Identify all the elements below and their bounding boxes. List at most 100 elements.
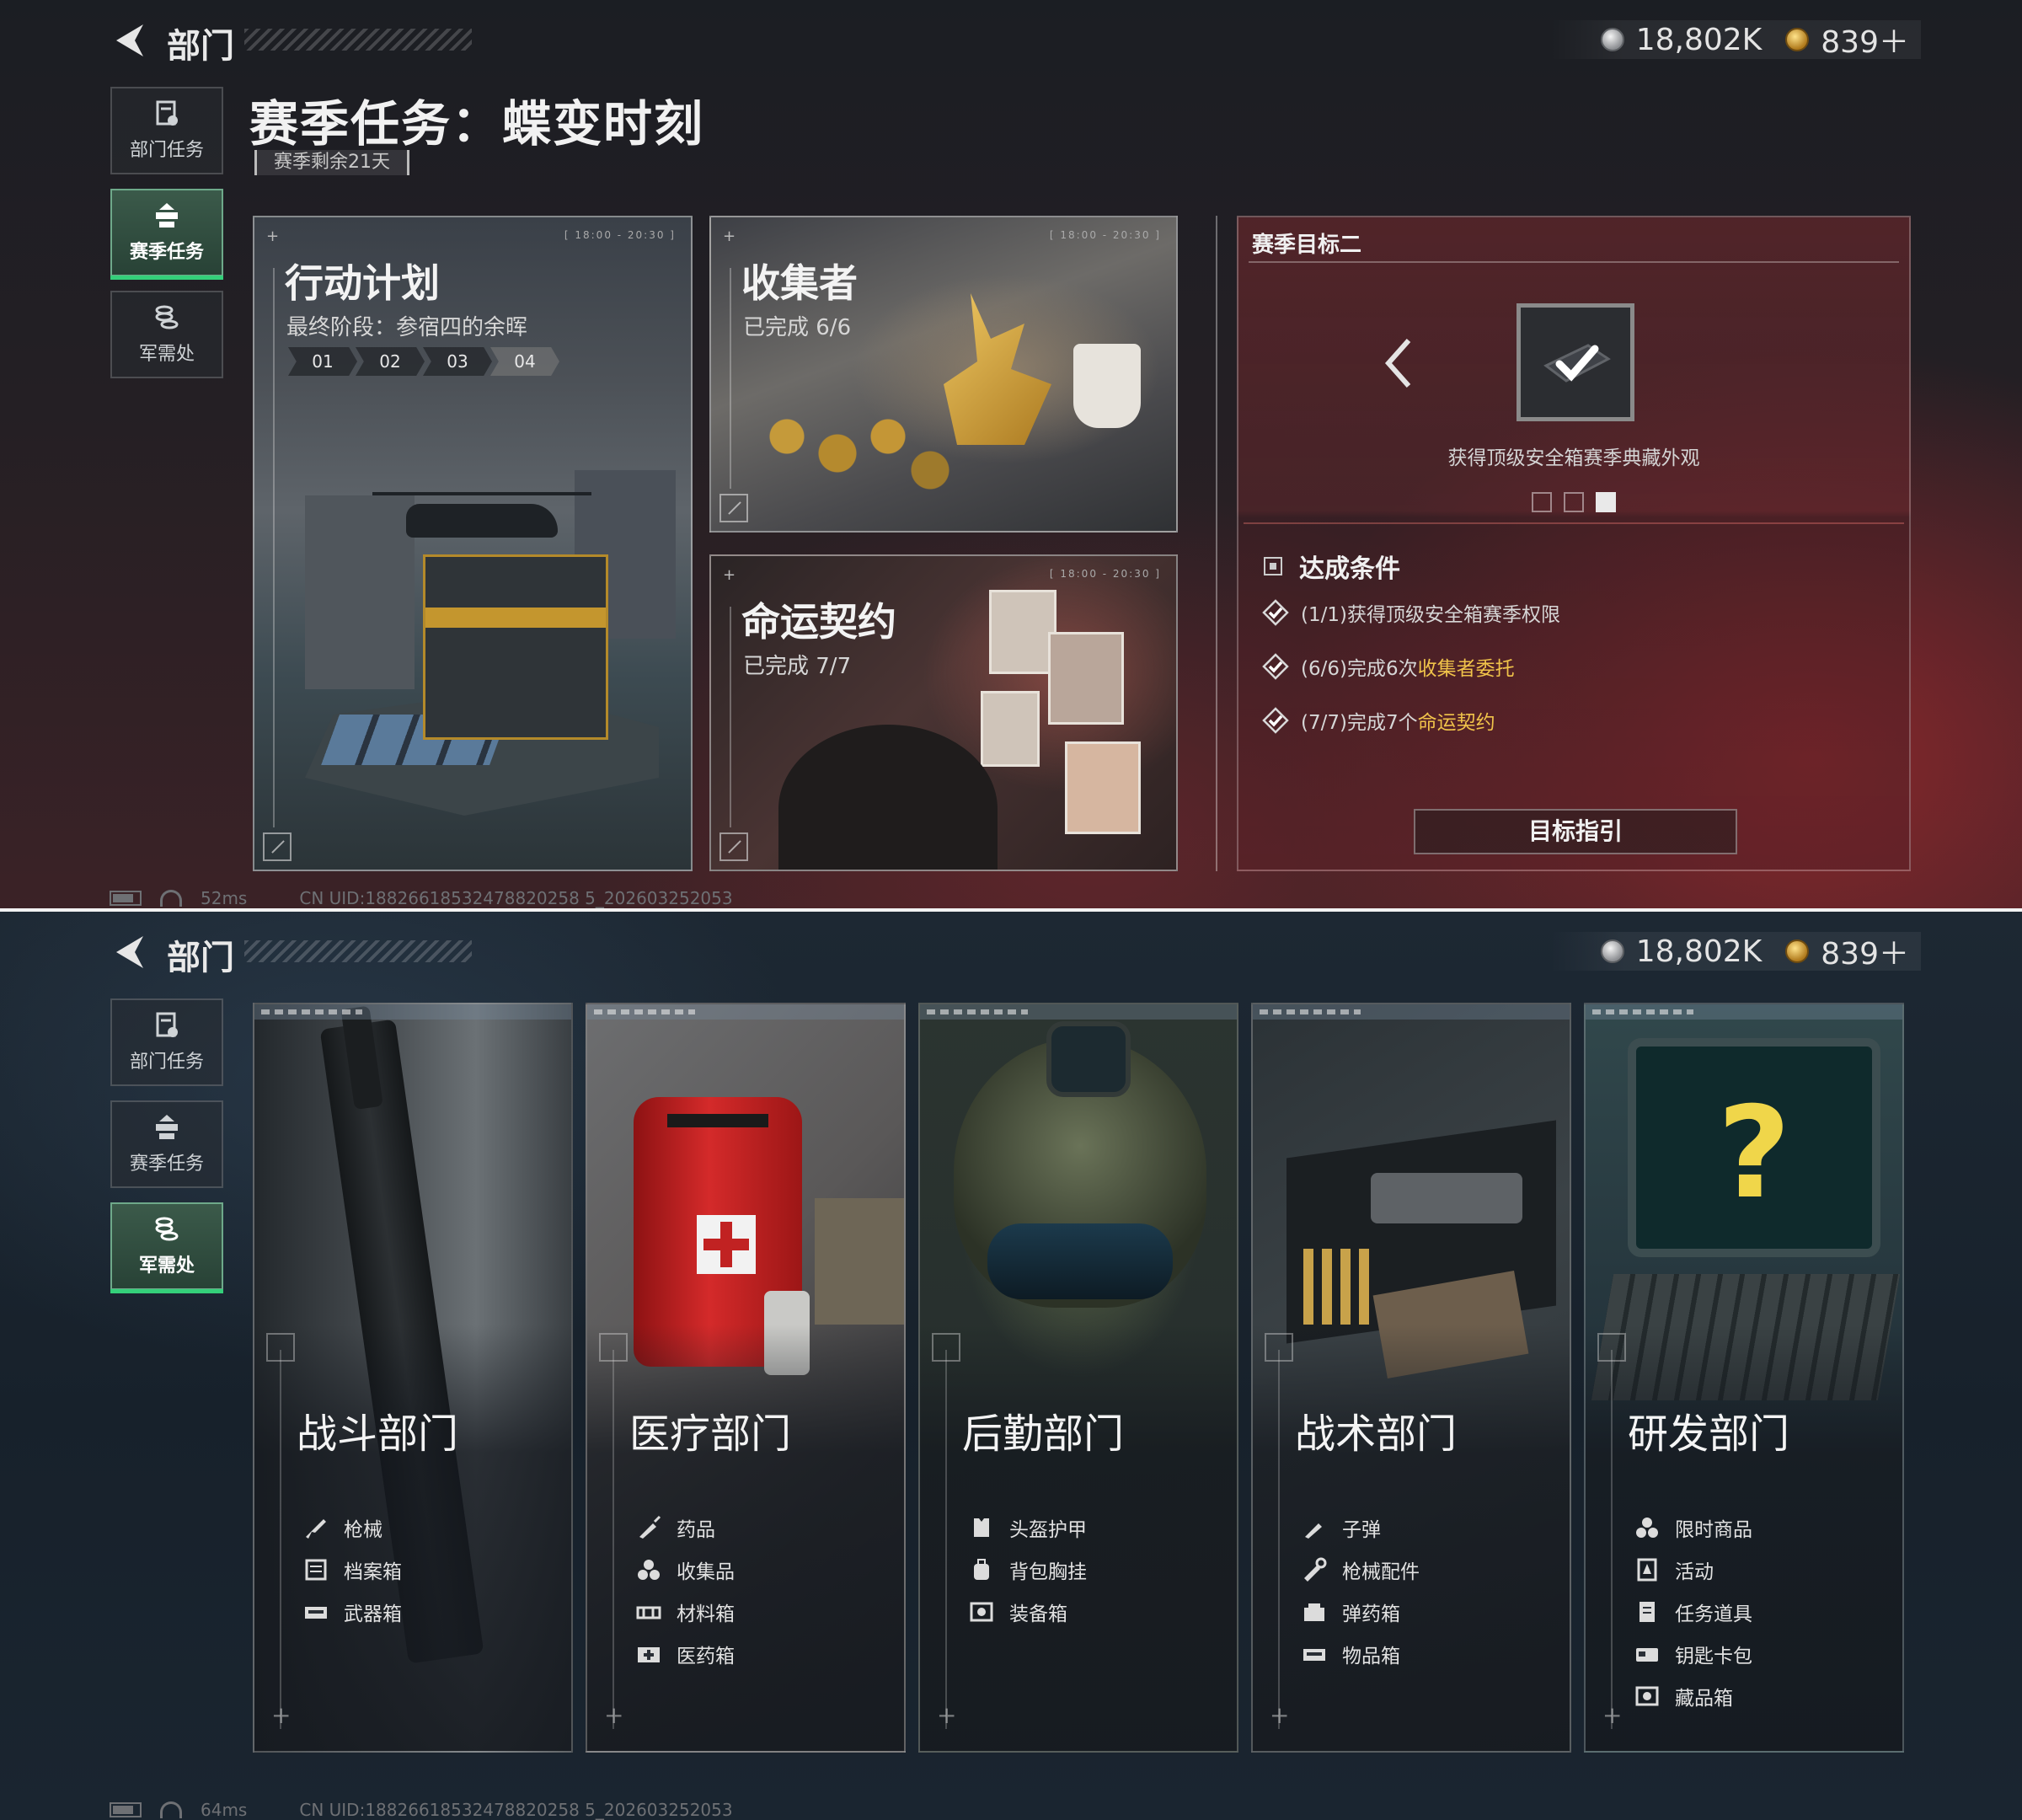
card-divider-line xyxy=(1278,1350,1280,1729)
list-item-label: 档案箱 xyxy=(344,1561,402,1583)
goal-guide-button[interactable]: 目标指引 xyxy=(1414,809,1737,854)
list-item: 限时商品 xyxy=(1634,1507,1752,1549)
page-dot[interactable] xyxy=(1532,492,1552,512)
sidebar-item-label: 赛季任务 xyxy=(129,1154,204,1175)
page-title: 部门 xyxy=(167,939,234,977)
list-item: 武器箱 xyxy=(303,1591,402,1633)
material-box-icon xyxy=(636,1606,661,1619)
silver-coin-icon xyxy=(1600,28,1624,51)
condition-row: (6/6)完成6次收集者委托 xyxy=(1262,652,1515,681)
bullet-square-icon xyxy=(1264,557,1282,575)
page-dot-active[interactable] xyxy=(1596,492,1616,512)
gun-part-icon xyxy=(1304,1557,1327,1582)
department-card-medical[interactable]: 医疗部门 药品 收集品 材料箱 医药箱 + xyxy=(586,1003,906,1753)
list-item-label: 头盔护甲 xyxy=(1009,1519,1087,1541)
department-card-rnd[interactable]: ? 研发部门 限时商品 活动 任务道具 钥匙卡包 藏品箱 + xyxy=(1584,1003,1904,1753)
list-item-label: 材料箱 xyxy=(677,1603,735,1625)
department-card-tactics[interactable]: 战术部门 子弹 枪械配件 弹药箱 物品箱 + xyxy=(1251,1003,1571,1753)
list-item: 任务道具 xyxy=(1634,1591,1752,1633)
department-item-list: 子弹 枪械配件 弹药箱 物品箱 xyxy=(1302,1507,1420,1675)
condition-highlight: 命运契约 xyxy=(1417,712,1495,734)
list-item: 弹药箱 xyxy=(1302,1591,1420,1633)
list-item-label: 藏品箱 xyxy=(1675,1688,1733,1710)
sidebar-item-quartermaster[interactable]: 军需处 xyxy=(110,1202,223,1293)
sidebar-item-quartermaster[interactable]: 军需处 xyxy=(110,291,223,378)
back-arrow-icon[interactable] xyxy=(110,933,152,972)
back-arrow-icon[interactable] xyxy=(110,21,152,60)
department-card-logistics[interactable]: 后勤部门 头盔护甲 背包胸挂 装备箱 + xyxy=(918,1003,1238,1753)
page-indicator xyxy=(1238,492,1909,512)
sidebar-item-season-task[interactable]: 赛季任务 xyxy=(110,189,223,280)
backpack-icon xyxy=(974,1559,989,1580)
quartermaster-icon xyxy=(155,1217,179,1241)
department-item-list: 头盔护甲 背包胸挂 装备箱 xyxy=(969,1507,1087,1633)
page-dot[interactable] xyxy=(1564,492,1584,512)
card-divider-line xyxy=(612,1350,614,1729)
gold-coin-icon xyxy=(1785,28,1810,51)
reward-item[interactable] xyxy=(1516,303,1634,421)
stage-chip: 02 xyxy=(356,347,425,376)
illustration-laptop: ? xyxy=(1628,1038,1880,1257)
department-task-icon xyxy=(156,1012,178,1037)
list-item-label: 医药箱 xyxy=(677,1646,735,1667)
title-hatch-decoration xyxy=(244,29,472,51)
card-shade xyxy=(587,1325,904,1751)
department-item-list: 药品 收集品 材料箱 医药箱 xyxy=(636,1507,735,1675)
list-item: 医药箱 xyxy=(636,1633,735,1675)
goal-header-divider xyxy=(1249,261,1899,263)
reward-caption: 获得顶级安全箱赛季典藏外观 xyxy=(1447,447,1700,469)
card-topbar xyxy=(254,1004,571,1020)
diamond-check-icon xyxy=(1262,599,1289,626)
expand-icon[interactable] xyxy=(719,832,748,861)
chevron-left-icon[interactable] xyxy=(1378,334,1420,393)
list-item-label: 子弹 xyxy=(1342,1519,1381,1541)
event-icon xyxy=(1637,1558,1657,1582)
collector-card[interactable]: + [ 18:00 - 20:30 ] 收集者 已完成 6/6 xyxy=(709,216,1178,533)
illustration-photo xyxy=(981,691,1040,767)
illustration-hooded-figure xyxy=(778,725,998,870)
ping-value: 52ms xyxy=(201,888,248,908)
illustration-night-vision xyxy=(1046,1021,1131,1097)
illustration-medical-pouch xyxy=(815,1198,904,1325)
list-item: 背包胸挂 xyxy=(969,1549,1087,1591)
card-divider-line xyxy=(1611,1350,1613,1729)
sidebar-item-department-task[interactable]: 部门任务 xyxy=(110,998,223,1086)
card-time-meta: [ 18:00 - 20:30 ] xyxy=(1049,229,1161,241)
season-remaining-badge: 赛季剩余21天 xyxy=(254,150,409,175)
title-hatch-decoration xyxy=(244,940,472,962)
battery-icon xyxy=(110,891,142,906)
list-item: 档案箱 xyxy=(303,1549,402,1591)
ping-value: 64ms xyxy=(201,1800,248,1820)
list-item: 装备箱 xyxy=(969,1591,1087,1633)
plus-icon: + xyxy=(604,1701,624,1729)
list-item: 收集品 xyxy=(636,1549,735,1591)
card-topbar xyxy=(1253,1004,1570,1020)
card-divider-line xyxy=(945,1350,947,1729)
stage-chip: 03 xyxy=(423,347,492,376)
corner-plus-icon: + xyxy=(723,228,736,245)
list-item-label: 限时商品 xyxy=(1675,1519,1752,1541)
list-item: 活动 xyxy=(1634,1549,1752,1591)
list-item: 子弹 xyxy=(1302,1507,1420,1549)
expand-icon[interactable] xyxy=(719,494,748,522)
department-card-combat[interactable]: 战斗部门 枪械 档案箱 武器箱 + xyxy=(253,1003,573,1753)
card-time-meta: [ 18:00 - 20:30 ] xyxy=(1049,568,1161,580)
card-topbar xyxy=(1586,1004,1902,1020)
gold-currency-value[interactable]: 839＋ xyxy=(1821,18,1909,62)
diamond-check-icon xyxy=(1262,653,1289,680)
expand-icon[interactable] xyxy=(263,832,292,861)
gold-currency-value[interactable]: 839＋ xyxy=(1821,929,1909,973)
item-box-icon xyxy=(1303,1649,1325,1661)
action-plan-card[interactable]: + [ 18:00 - 20:30 ] 行动计划 最终阶段：参宿四的余晖 01 … xyxy=(253,216,693,871)
card-divider-line xyxy=(273,268,275,827)
sidebar-item-department-task[interactable]: 部门任务 xyxy=(110,87,223,174)
list-item-label: 钥匙卡包 xyxy=(1675,1646,1752,1667)
illustration-photo xyxy=(989,590,1056,674)
sidebar-item-season-task[interactable]: 赛季任务 xyxy=(110,1100,223,1188)
fate-contract-card[interactable]: + [ 18:00 - 20:30 ] 命运契约 已完成 7/7 xyxy=(709,554,1178,871)
card-divider-line xyxy=(730,268,731,489)
plus-icon: + xyxy=(271,1701,292,1729)
stage-progress: 01 02 03 04 xyxy=(288,347,559,376)
keycard-icon xyxy=(1636,1648,1658,1662)
card-topbar xyxy=(587,1004,904,1020)
